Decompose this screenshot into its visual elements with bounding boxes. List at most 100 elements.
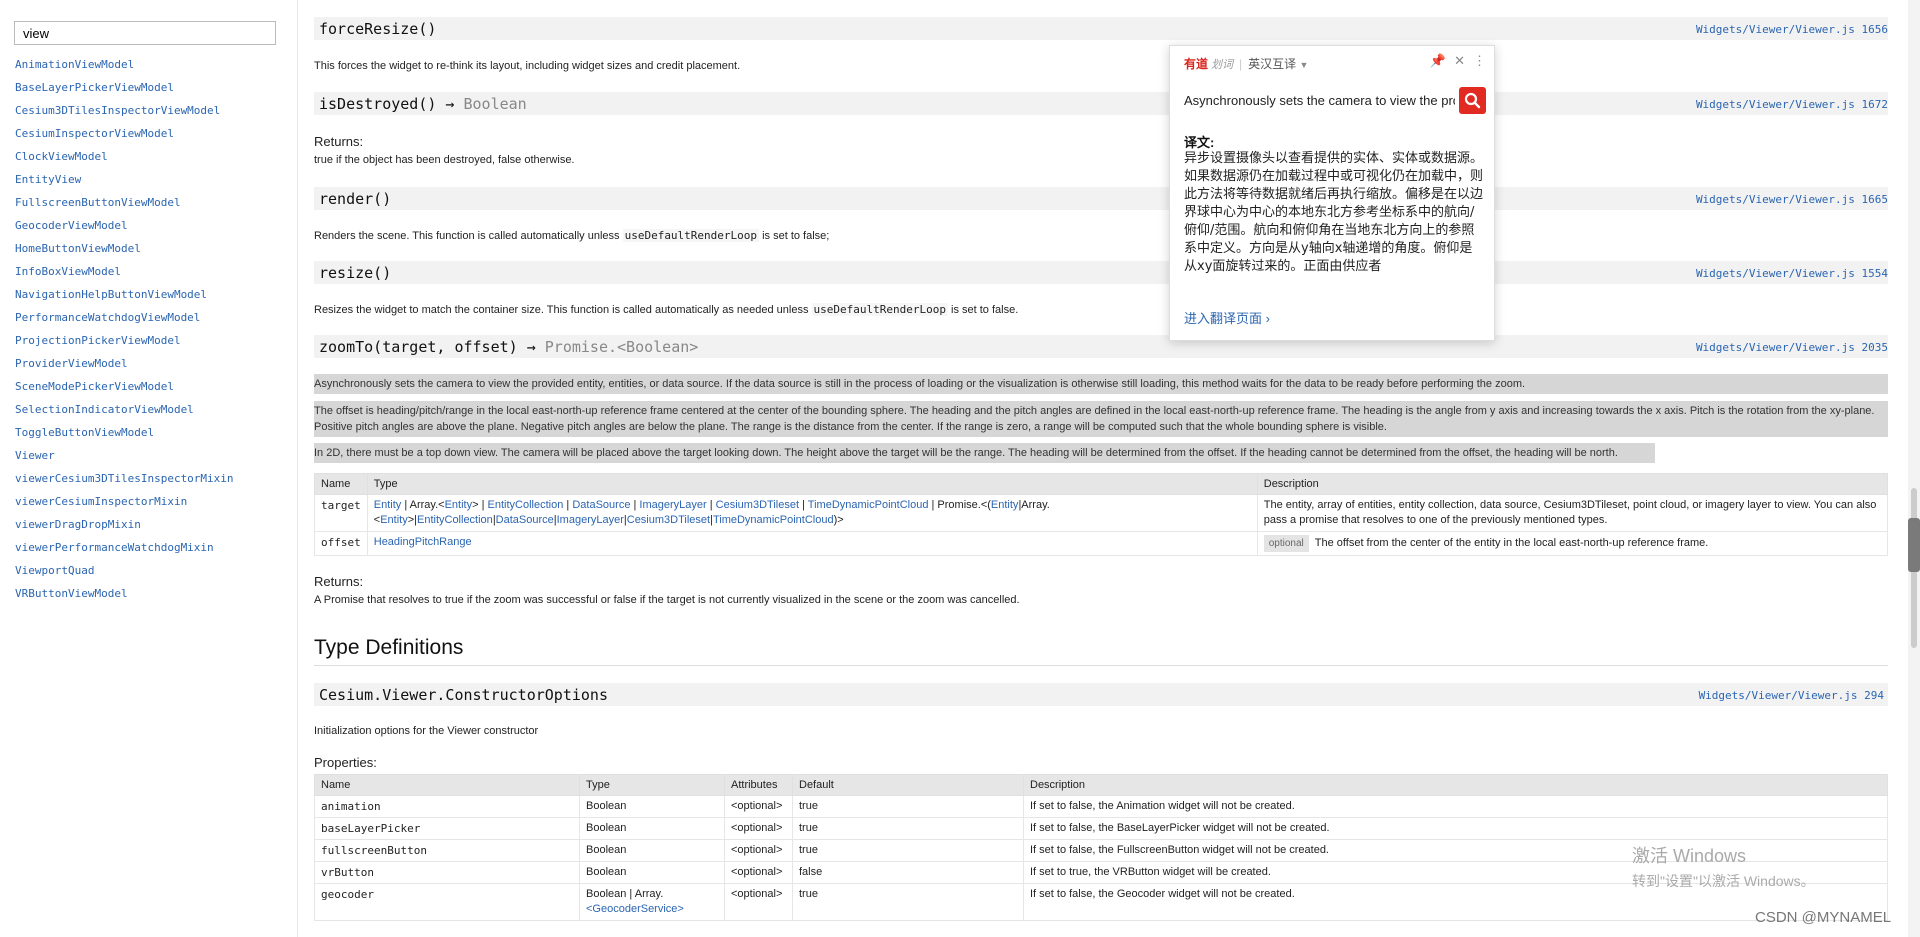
type-link[interactable]: Entity	[380, 514, 408, 526]
type-link[interactable]: DataSource	[572, 499, 630, 511]
pin-icon[interactable]: 📌	[1430, 53, 1446, 68]
nav-link[interactable]: Viewer	[15, 449, 55, 462]
return-type: Promise.<Boolean>	[544, 338, 699, 356]
column-header: Name	[314, 473, 368, 495]
nav-link[interactable]: VRButtonViewModel	[15, 587, 128, 600]
source-link[interactable]: Widgets/Viewer/Viewer.js 2035	[1696, 341, 1888, 354]
returns-description: A Promise that resolves to true if the z…	[314, 594, 1020, 606]
type-link[interactable]: EntityCollection	[417, 514, 493, 526]
params-table: Name Type Description target Entity | Ar…	[314, 473, 1889, 556]
type-link[interactable]: TimeDynamicPointCloud	[808, 499, 929, 511]
type-link[interactable]: ImageryLayer	[639, 499, 706, 511]
method-description: Resizes the widget to match the containe…	[314, 303, 1018, 316]
list-item: ToggleButtonViewModel	[15, 426, 234, 449]
type-link[interactable]: HeadingPitchRange	[374, 536, 472, 548]
returns-label: Returns:	[314, 574, 364, 589]
nav-link[interactable]: GeocoderViewModel	[15, 219, 128, 232]
list-item: ViewportQuad	[15, 564, 234, 587]
selected-paragraph: Asynchronously sets the camera to view t…	[314, 374, 1888, 394]
type-text: Array.	[1021, 499, 1050, 511]
scroll-grip-handle[interactable]	[1908, 518, 1920, 572]
open-translate-page-link[interactable]: 进入翻译页面 ›	[1184, 308, 1270, 327]
mode-dropdown[interactable]: 英汉互译	[1248, 57, 1296, 71]
prop-attributes: <optional>	[724, 839, 793, 862]
list-item: BaseLayerPickerViewModel	[15, 81, 234, 104]
nav-link[interactable]: ProviderViewModel	[15, 357, 128, 370]
nav-link[interactable]: FullscreenButtonViewModel	[15, 196, 181, 209]
text: Resizes the widget to match the containe…	[314, 304, 812, 316]
type-text: )>	[833, 514, 844, 526]
type-text: Boolean | Array.	[586, 888, 664, 900]
type-link[interactable]: DataSource	[496, 514, 554, 526]
type-link[interactable]: Entity	[991, 499, 1019, 511]
method-signature: render()	[319, 190, 392, 208]
type-link[interactable]: <GeocoderService>	[586, 903, 684, 915]
source-link[interactable]: Widgets/Viewer/Viewer.js 1665	[1696, 193, 1888, 206]
nav-link[interactable]: viewerCesiumInspectorMixin	[15, 495, 187, 508]
list-item: Viewer	[15, 449, 234, 472]
returns-label: Returns:	[314, 134, 364, 149]
selected-paragraph: In 2D, there must be a top down view. Th…	[314, 443, 1655, 463]
search-input[interactable]	[14, 21, 276, 45]
nav-link[interactable]: SelectionIndicatorViewModel	[15, 403, 194, 416]
prop-name: geocoder	[314, 883, 580, 921]
nav-link[interactable]: AnimationViewModel	[15, 58, 134, 71]
text: is set to false.	[947, 304, 1019, 316]
search-button[interactable]	[1459, 87, 1486, 114]
list-item: viewerCesium3DTilesInspectorMixin	[15, 472, 234, 495]
properties-label: Properties:	[314, 755, 377, 770]
list-item: SceneModePickerViewModel	[15, 380, 234, 403]
list-item: Cesium3DTilesInspectorViewModel	[15, 104, 234, 127]
nav-link[interactable]: PerformanceWatchdogViewModel	[15, 311, 200, 324]
method-header-resize: resize() Widgets/Viewer/Viewer.js 1554	[314, 261, 1888, 284]
column-header: Name	[314, 774, 580, 796]
prop-type: Boolean	[579, 839, 725, 862]
prop-description: If set to false, the BaseLayerPicker wid…	[1023, 817, 1888, 840]
type-link[interactable]: ImageryLayer	[557, 514, 624, 526]
more-icon[interactable]: ⋮	[1473, 53, 1486, 68]
sidebar: AnimationViewModel BaseLayerPickerViewMo…	[0, 0, 298, 937]
type-link[interactable]: TimeDynamicPointCloud	[713, 514, 834, 526]
nav-link[interactable]: viewerPerformanceWatchdogMixin	[15, 541, 214, 554]
nav-link[interactable]: CesiumInspectorViewModel	[15, 127, 174, 140]
chevron-down-icon[interactable]: ▼	[1300, 60, 1309, 70]
type-text: Promise.<	[937, 499, 988, 511]
nav-link[interactable]: SceneModePickerViewModel	[15, 380, 174, 393]
type-link[interactable]: EntityCollection	[488, 499, 564, 511]
nav-link[interactable]: NavigationHelpButtonViewModel	[15, 288, 207, 301]
nav-link[interactable]: ProjectionPickerViewModel	[15, 334, 181, 347]
nav-link[interactable]: EntityView	[15, 173, 81, 186]
table-header-row: Name Type Description	[314, 473, 1889, 495]
source-link[interactable]: Widgets/Viewer/Viewer.js 1672	[1696, 98, 1888, 111]
type-link[interactable]: Cesium3DTileset	[716, 499, 799, 511]
nav-link[interactable]: viewerDragDropMixin	[15, 518, 141, 531]
prop-type: Boolean	[579, 817, 725, 840]
nav-link[interactable]: Cesium3DTilesInspectorViewModel	[15, 104, 220, 117]
typedef-signature: Cesium.Viewer.ConstructorOptions	[319, 686, 608, 704]
type-link[interactable]: Entity	[445, 499, 473, 511]
source-link[interactable]: Widgets/Viewer/Viewer.js 294	[1699, 689, 1884, 702]
translate-input[interactable]	[1184, 88, 1455, 112]
method-signature: resize()	[319, 264, 392, 282]
vertical-scrollbar[interactable]	[1908, 0, 1920, 937]
list-item: FullscreenButtonViewModel	[15, 196, 234, 219]
source-link[interactable]: Widgets/Viewer/Viewer.js 1554	[1696, 267, 1888, 280]
nav-link[interactable]: InfoBoxViewModel	[15, 265, 121, 278]
translation-popup: 有道划词 | 英汉互译 ▼ 📌 ✕ ⋮ 译文: 异步设置摄像头以查看提供的实体、实体或数…	[1169, 45, 1495, 341]
close-icon[interactable]: ✕	[1454, 53, 1465, 68]
nav-link[interactable]: ViewportQuad	[15, 564, 94, 577]
nav-link[interactable]: ToggleButtonViewModel	[15, 426, 154, 439]
nav-link[interactable]: ClockViewModel	[15, 150, 108, 163]
list-item: VRButtonViewModel	[15, 587, 234, 610]
list-item: HomeButtonViewModel	[15, 242, 234, 265]
type-link[interactable]: Entity	[374, 499, 402, 511]
method-signature: isDestroyed() → Boolean	[319, 95, 527, 113]
nav-link[interactable]: HomeButtonViewModel	[15, 242, 141, 255]
column-header: Description	[1256, 473, 1889, 495]
type-link[interactable]: Cesium3DTileset	[627, 514, 710, 526]
method-signature: forceResize()	[319, 20, 437, 38]
source-link[interactable]: Widgets/Viewer/Viewer.js 1656	[1696, 23, 1888, 36]
nav-link[interactable]: BaseLayerPickerViewModel	[15, 81, 174, 94]
nav-link[interactable]: viewerCesium3DTilesInspectorMixin	[15, 472, 234, 485]
prop-description: If set to false, the Animation widget wi…	[1023, 795, 1888, 818]
